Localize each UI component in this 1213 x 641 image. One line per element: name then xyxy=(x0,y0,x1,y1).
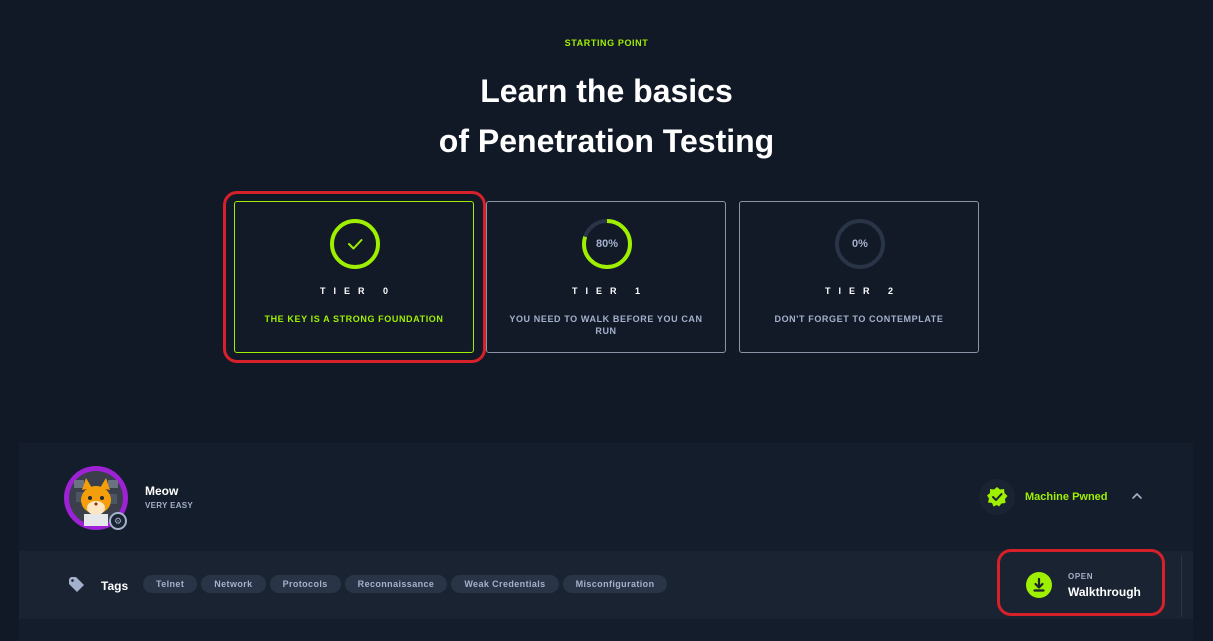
machine-difficulty: VERY EASY xyxy=(145,501,194,510)
tag-icon xyxy=(69,577,84,592)
tier-description: YOU NEED TO WALK BEFORE YOU CAN RUN xyxy=(509,314,703,336)
os-badge-icon: ⚙ xyxy=(109,512,127,530)
starting-point-page: STARTING POINT Learn the basics of Penet… xyxy=(0,0,1213,641)
chevron-up-icon[interactable] xyxy=(1130,489,1144,503)
check-icon xyxy=(348,239,363,250)
tier-progress-text: 80% xyxy=(595,238,619,250)
tier-label: TIER 0 xyxy=(319,286,396,296)
tag-chip[interactable]: Misconfiguration xyxy=(562,575,668,593)
tier-card-1[interactable]: 80% TIER 1 YOU NEED TO WALK BEFORE YOU C… xyxy=(486,201,726,353)
walkthrough-label[interactable]: Walkthrough xyxy=(1068,585,1141,599)
divider xyxy=(1181,555,1182,617)
tier-label: TIER 1 xyxy=(571,286,648,296)
tier-card-2[interactable]: 0% TIER 2 DON'T FORGET TO CONTEMPLATE xyxy=(739,201,979,353)
tier-label: TIER 2 xyxy=(824,286,901,296)
page-title: Learn the basics of Penetration Testing xyxy=(0,66,1213,166)
machine-status: Machine Pwned xyxy=(1025,491,1108,503)
tag-chip[interactable]: Reconnaissance xyxy=(344,575,448,593)
tier-description: DON'T FORGET TO CONTEMPLATE xyxy=(774,314,944,324)
machine-name[interactable]: Meow xyxy=(145,484,178,498)
tier-progress-text: 0% xyxy=(852,238,868,250)
tag-chip[interactable]: Weak Credentials xyxy=(451,575,559,593)
tier-description: THE KEY IS A STRONG FOUNDATION xyxy=(264,314,444,324)
walkthrough-eyebrow: OPEN xyxy=(1068,572,1094,581)
tags-list: Telnet Network Protocols Reconnaissance … xyxy=(143,575,668,593)
tag-chip[interactable]: Protocols xyxy=(269,575,341,593)
tag-chip[interactable]: Telnet xyxy=(143,575,198,593)
title-line-1: Learn the basics xyxy=(480,73,733,109)
tag-chip[interactable]: Network xyxy=(201,575,266,593)
section-eyebrow: STARTING POINT xyxy=(564,38,649,48)
tier-card-0[interactable]: TIER 0 THE KEY IS A STRONG FOUNDATION xyxy=(234,201,474,353)
tags-label: Tags xyxy=(101,579,129,593)
verified-badge-icon xyxy=(979,479,1015,515)
title-line-2: of Penetration Testing xyxy=(438,123,775,159)
download-icon[interactable] xyxy=(1026,572,1052,598)
